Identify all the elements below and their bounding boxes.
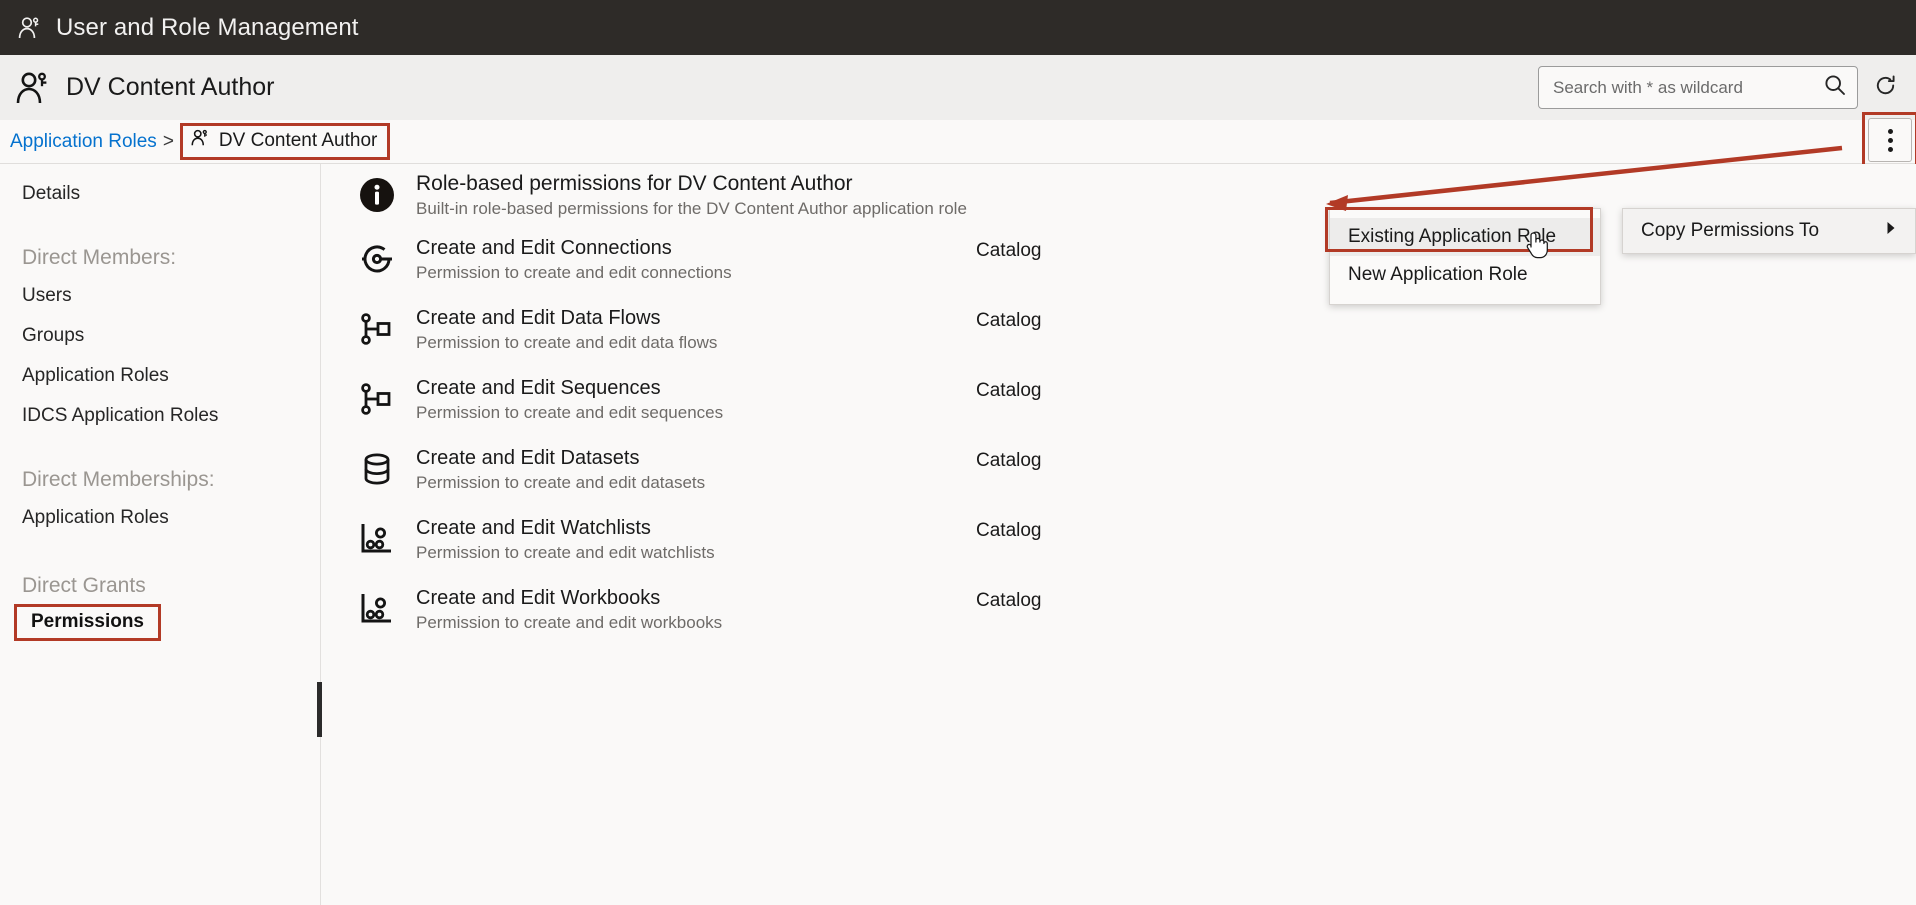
dataflow-icon (356, 308, 398, 350)
permission-scope: Catalog (976, 446, 1176, 472)
breadcrumb: Application Roles > DV Content Author (0, 120, 1916, 164)
permission-subtitle: Permission to create and edit datasets (416, 472, 976, 494)
app-header-bar: User and Role Management (0, 0, 1916, 55)
overflow-menu-button[interactable] (1868, 118, 1912, 162)
sidebar-item-details[interactable]: Details (0, 174, 320, 214)
sidebar-item-groups[interactable]: Groups (0, 316, 320, 356)
permission-subtitle: Permission to create and edit sequences (416, 402, 976, 424)
breadcrumb-current-label: DV Content Author (219, 130, 377, 152)
users-roles-icon (18, 15, 48, 41)
sidebar-group-direct-grants: Direct Grants (0, 564, 320, 604)
role-subheader: DV Content Author (0, 55, 1916, 120)
permissions-header-text: Role-based permissions for DV Content Au… (416, 172, 1056, 220)
breadcrumb-separator: > (163, 131, 174, 153)
permission-scope: Catalog (976, 236, 1176, 262)
permission-text: Create and Edit Data Flows Permission to… (416, 306, 976, 354)
workbook-icon (356, 588, 398, 630)
permission-row[interactable]: Create and Edit Sequences Permission to … (322, 376, 1916, 446)
connection-icon (356, 238, 398, 280)
permissions-header-title: Role-based permissions for DV Content Au… (416, 172, 1056, 196)
permission-title: Create and Edit Connections (416, 236, 976, 260)
sidebar-group-direct-members: Direct Members: (0, 236, 320, 276)
breadcrumb-current-dv-content-author[interactable]: DV Content Author (180, 123, 390, 160)
kebab-menu-icon (1888, 129, 1893, 152)
subheader-actions (1538, 55, 1916, 120)
permission-subtitle: Permission to create and edit watchlists (416, 542, 976, 564)
sidebar-item-application-roles[interactable]: Application Roles (0, 356, 320, 396)
menu-item-existing-application-role[interactable]: Existing Application Role (1330, 218, 1600, 256)
permission-text: Create and Edit Sequences Permission to … (416, 376, 976, 424)
permissions-panel: Role-based permissions for DV Content Au… (322, 164, 1916, 905)
permission-row[interactable]: Create and Edit Datasets Permission to c… (322, 446, 1916, 516)
users-roles-icon (191, 129, 211, 153)
permission-title: Create and Edit Data Flows (416, 306, 976, 330)
refresh-button[interactable] (1868, 71, 1902, 105)
left-navigation: Details Direct Members: Users Groups App… (0, 164, 321, 905)
search-input[interactable] (1551, 77, 1823, 99)
permission-title: Create and Edit Workbooks (416, 586, 976, 610)
context-menu: Copy Permissions To (1622, 208, 1916, 254)
permission-text: Create and Edit Watchlists Permission to… (416, 516, 976, 564)
permission-title: Create and Edit Watchlists (416, 516, 976, 540)
sidebar-item-idcs-application-roles[interactable]: IDCS Application Roles (0, 396, 320, 436)
permission-text: Create and Edit Datasets Permission to c… (416, 446, 976, 494)
overflow-menu-highlight (1862, 112, 1916, 168)
permission-scope: Catalog (976, 376, 1176, 402)
menu-item-label: Copy Permissions To (1641, 220, 1819, 242)
search-box[interactable] (1538, 66, 1858, 109)
breadcrumb-link-application-roles[interactable]: Application Roles (10, 131, 157, 153)
page-title: DV Content Author (66, 73, 274, 102)
permission-subtitle: Permission to create and edit workbooks (416, 612, 976, 634)
sidebar-item-memberships-application-roles[interactable]: Application Roles (0, 498, 320, 538)
permission-scope: Catalog (976, 306, 1176, 332)
permission-scope: Catalog (976, 586, 1176, 612)
permission-text: Create and Edit Connections Permission t… (416, 236, 976, 284)
sidebar-item-permissions[interactable]: Permissions (14, 604, 161, 641)
permission-subtitle: Permission to create and edit data flows (416, 332, 976, 354)
permissions-header-subtitle: Built-in role-based permissions for the … (416, 198, 1056, 220)
refresh-icon (1873, 73, 1898, 103)
sidebar-item-users[interactable]: Users (0, 276, 320, 316)
app-title: User and Role Management (56, 14, 359, 42)
menu-item-new-application-role[interactable]: New Application Role (1330, 256, 1600, 294)
permission-row[interactable]: Create and Edit Data Flows Permission to… (322, 306, 1916, 376)
menu-item-copy-permissions-to[interactable]: Copy Permissions To (1623, 209, 1915, 253)
permission-text: Create and Edit Workbooks Permission to … (416, 586, 976, 634)
permission-row[interactable]: Create and Edit Watchlists Permission to… (322, 516, 1916, 586)
users-roles-icon (16, 70, 56, 106)
dataset-icon (356, 448, 398, 490)
permission-row[interactable]: Create and Edit Workbooks Permission to … (322, 586, 1916, 656)
search-icon[interactable] (1823, 73, 1847, 102)
context-submenu: Existing Application Role New Applicatio… (1329, 208, 1601, 305)
info-icon (356, 174, 398, 216)
sequence-icon (356, 378, 398, 420)
permission-title: Create and Edit Sequences (416, 376, 976, 400)
chevron-right-icon (1883, 220, 1899, 242)
permission-scope: Catalog (976, 516, 1176, 542)
permission-subtitle: Permission to create and edit connection… (416, 262, 976, 284)
sidebar-group-direct-memberships: Direct Memberships: (0, 458, 320, 498)
watchlist-icon (356, 518, 398, 560)
permission-title: Create and Edit Datasets (416, 446, 976, 470)
